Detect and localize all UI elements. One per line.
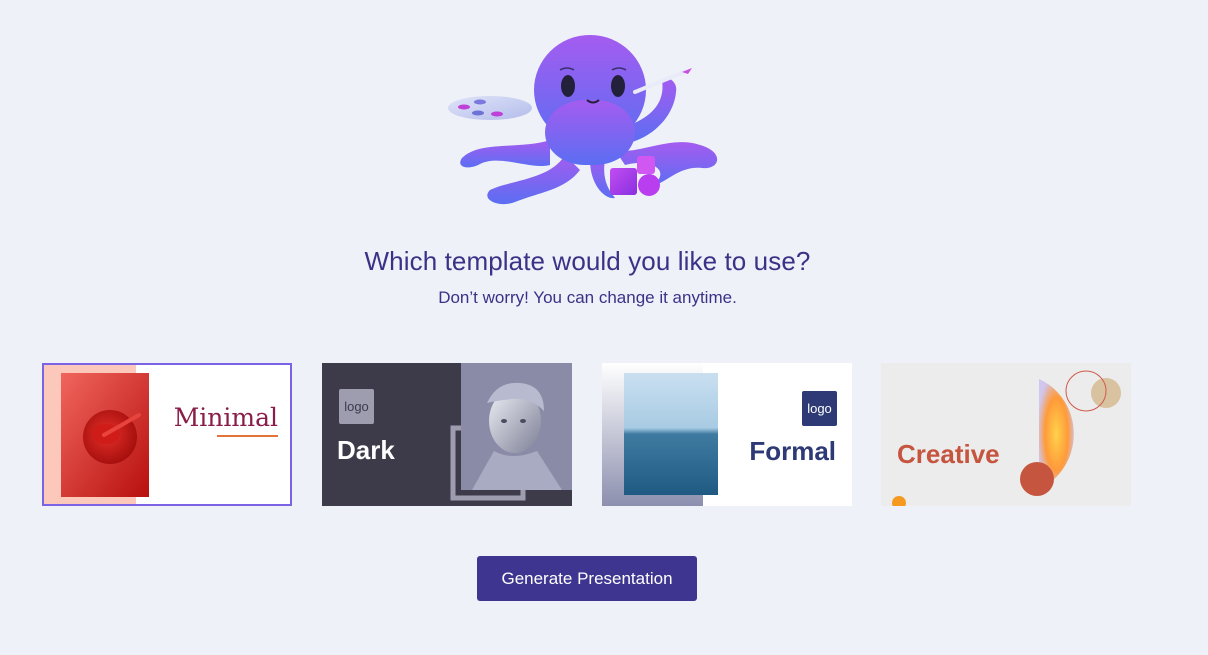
template-label-dark: Dark xyxy=(337,435,395,465)
template-label-formal: Formal xyxy=(749,436,836,466)
template-label-minimal: Minimal xyxy=(173,403,278,432)
formal-preview-image xyxy=(602,363,718,506)
template-card-minimal[interactable]: Minimal xyxy=(42,363,292,506)
octopus-mascot-icon xyxy=(440,30,740,215)
template-label-creative: Creative xyxy=(897,439,1000,469)
creative-preview-image xyxy=(892,370,1121,506)
template-card-formal[interactable]: logo Formal xyxy=(602,363,852,506)
page-subtitle: Don’t worry! You can change it anytime. xyxy=(438,288,737,307)
generate-presentation-button[interactable]: Generate Presentation xyxy=(477,556,697,601)
template-card-creative[interactable]: Creative xyxy=(881,363,1131,506)
page-title: Which template would you like to use? xyxy=(364,246,811,276)
logo-placeholder: logo xyxy=(339,389,374,424)
underline-decoration xyxy=(217,435,278,437)
template-card-dark[interactable]: logo Dark xyxy=(322,363,572,506)
logo-placeholder: logo xyxy=(802,391,837,426)
